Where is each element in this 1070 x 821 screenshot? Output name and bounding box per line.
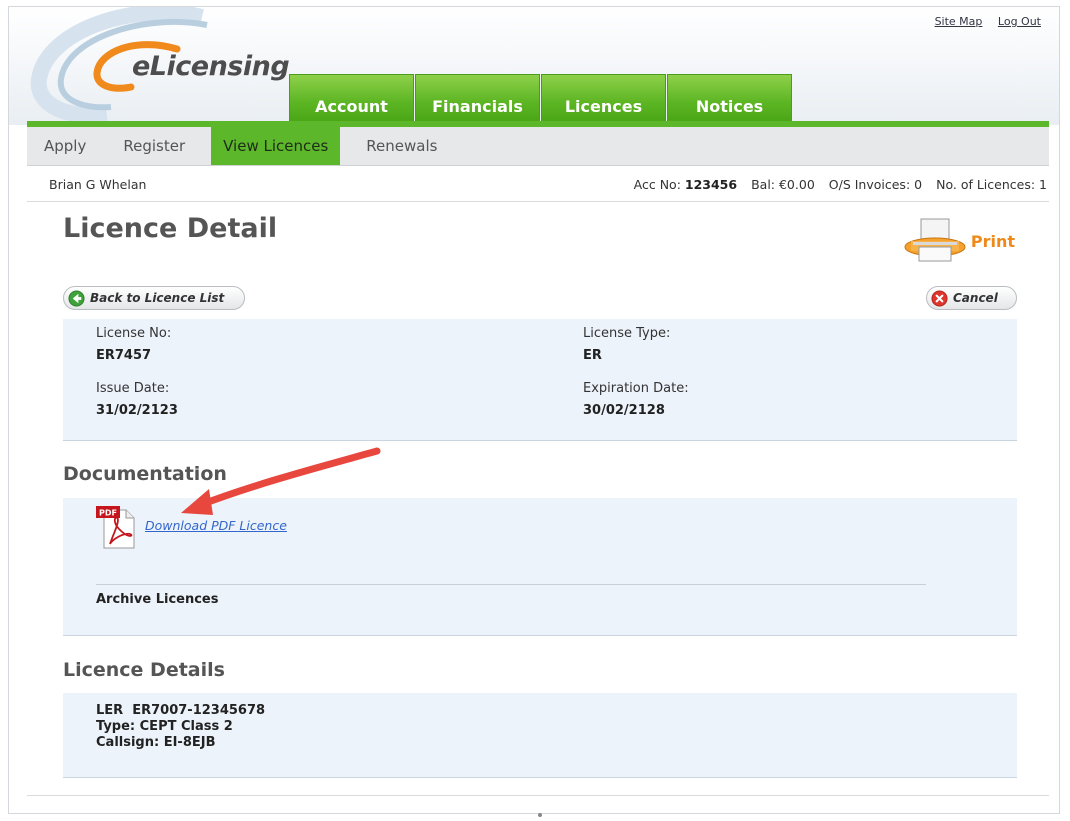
licence-count: No. of Licences: 1 bbox=[936, 177, 1047, 192]
licence-details-line-3: Callsign: EI-8EJB bbox=[96, 735, 216, 750]
account-name: Brian G Whelan bbox=[49, 177, 147, 192]
account-stats: Acc No: 123456 Bal: €0.00 O/S Invoices: … bbox=[634, 177, 1047, 192]
main-content: Licence Detail Print Back to Licence Lis… bbox=[27, 203, 1049, 796]
pdf-icon[interactable]: PDF bbox=[96, 504, 140, 550]
browser-frame: eLicensing Site Map Log Out Account Fina… bbox=[8, 6, 1060, 814]
archive-licences-label[interactable]: Archive Licences bbox=[96, 592, 218, 607]
license-no-value: ER7457 bbox=[96, 348, 152, 363]
licence-details-text: LER ER7007-12345678 Type: CEPT Class 2 C… bbox=[96, 703, 265, 751]
subnav-register[interactable]: Register bbox=[103, 127, 211, 165]
license-type-value: ER bbox=[583, 348, 602, 363]
expiration-date-label: Expiration Date: bbox=[583, 381, 689, 396]
os-invoices: O/S Invoices: 0 bbox=[828, 177, 923, 192]
acc-no: Acc No: 123456 bbox=[633, 177, 738, 192]
licence-info-panel: License No: ER7457 License Type: ER Issu… bbox=[63, 319, 1017, 441]
cancel-button[interactable]: Cancel bbox=[926, 286, 1017, 310]
balance: Bal: €0.00 bbox=[751, 177, 815, 192]
subnav-renewals[interactable]: Renewals bbox=[340, 127, 454, 165]
log-out-link[interactable]: Log Out bbox=[998, 15, 1041, 28]
subnav-apply[interactable]: Apply bbox=[27, 127, 103, 165]
expiration-date-value: 30/02/2128 bbox=[583, 403, 665, 418]
printer-icon bbox=[904, 218, 966, 262]
licence-details-title: Licence Details bbox=[63, 659, 225, 681]
issue-date-value: 31/02/2123 bbox=[96, 403, 178, 418]
site-map-link[interactable]: Site Map bbox=[935, 15, 983, 28]
cancel-x-icon bbox=[931, 289, 948, 307]
annotation-arrow-icon bbox=[181, 447, 381, 515]
back-arrow-icon bbox=[68, 289, 85, 307]
tab-notices[interactable]: Notices bbox=[667, 74, 792, 124]
main-tabs: Account Financials Licences Notices bbox=[289, 74, 793, 124]
tab-account[interactable]: Account bbox=[289, 74, 414, 124]
tab-financials[interactable]: Financials bbox=[415, 74, 540, 124]
licence-details-line-1: LER ER7007-12345678 bbox=[96, 703, 266, 718]
tab-licences[interactable]: Licences bbox=[541, 74, 666, 124]
sub-nav: Apply Register View Licences Renewals bbox=[27, 127, 1049, 166]
print-button[interactable]: Print bbox=[903, 217, 1015, 265]
logo-text[interactable]: eLicensing bbox=[132, 51, 290, 82]
documentation-divider bbox=[96, 584, 926, 585]
back-to-licence-list-button[interactable]: Back to Licence List bbox=[63, 286, 245, 310]
licence-details-line-2: Type: CEPT Class 2 bbox=[96, 719, 233, 734]
license-type-label: License Type: bbox=[583, 326, 671, 341]
top-links: Site Map Log Out bbox=[923, 15, 1041, 28]
subnav-view-licences[interactable]: View Licences bbox=[211, 127, 341, 165]
account-bar: Brian G Whelan Acc No: 123456 Bal: €0.00… bbox=[27, 166, 1049, 202]
license-no-label: License No: bbox=[96, 326, 172, 341]
licence-details-panel: LER ER7007-12345678 Type: CEPT Class 2 C… bbox=[63, 693, 1017, 778]
scroll-indicator bbox=[538, 813, 542, 817]
page-title: Licence Detail bbox=[63, 213, 278, 244]
svg-text:PDF: PDF bbox=[99, 509, 117, 518]
issue-date-label: Issue Date: bbox=[96, 381, 170, 396]
site-header: eLicensing Site Map Log Out Account Fina… bbox=[9, 7, 1059, 125]
print-label[interactable]: Print bbox=[971, 232, 1015, 251]
